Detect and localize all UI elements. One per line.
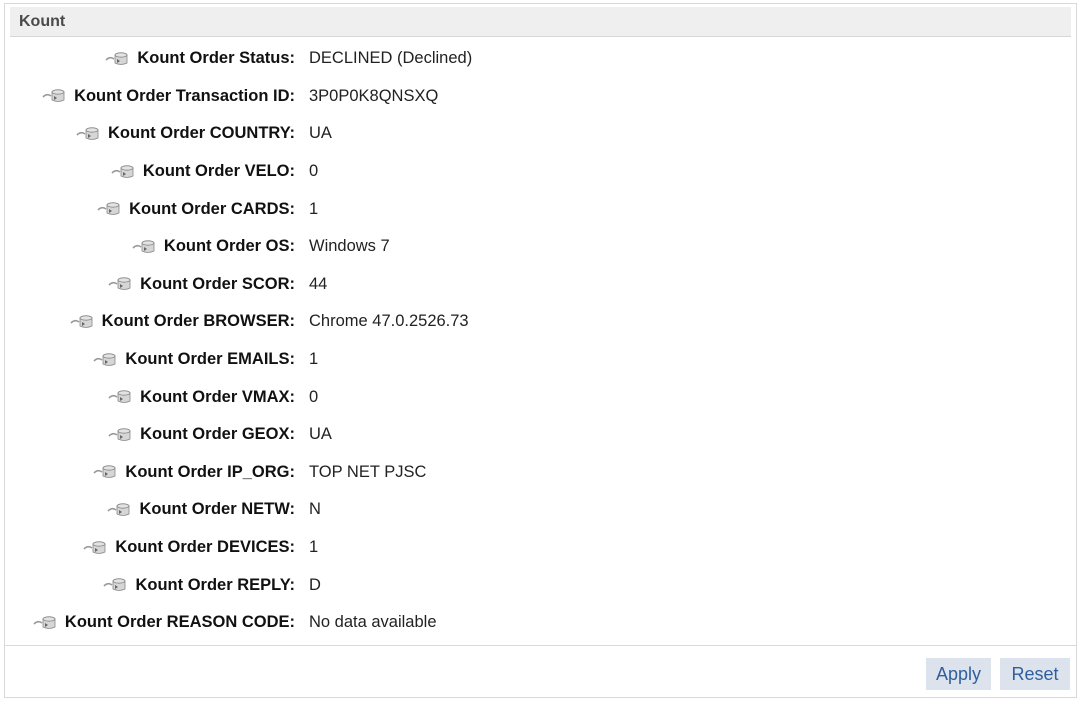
database-link-icon xyxy=(97,201,121,217)
database-link-icon xyxy=(93,352,117,368)
database-link-icon xyxy=(93,464,117,480)
reset-button[interactable]: Reset xyxy=(1000,658,1070,690)
field-row: Kount Order CARDS: 1 xyxy=(5,190,1076,228)
field-label-cell: Kount Order SCOR: xyxy=(5,275,295,294)
field-label-cell: Kount Order IP_ORG: xyxy=(5,463,295,482)
field-label-cell: Kount Order VMAX: xyxy=(5,388,295,407)
field-row: Kount Order SCOR: 44 xyxy=(5,266,1076,304)
field-list: Kount Order Status: DECLINED (Declined) Ko… xyxy=(5,40,1076,642)
database-link-icon xyxy=(76,126,100,142)
field-label: Kount Order OS: xyxy=(163,237,295,256)
database-link-icon xyxy=(70,314,94,330)
field-row: Kount Order DEVICES: 1 xyxy=(5,529,1076,567)
database-link-icon xyxy=(105,51,129,67)
field-label-cell: Kount Order GEOX: xyxy=(5,425,295,444)
field-label-cell: Kount Order BROWSER: xyxy=(5,312,295,331)
field-value: 0 xyxy=(309,162,319,181)
field-value: UA xyxy=(309,425,332,444)
field-row: Kount Order NETW: N xyxy=(5,491,1076,529)
field-row: Kount Order VMAX: 0 xyxy=(5,378,1076,416)
field-row: Kount Order BROWSER: Chrome 47.0.2526.73 xyxy=(5,303,1076,341)
field-label: Kount Order COUNTRY: xyxy=(108,124,295,143)
field-label-cell: Kount Order OS: xyxy=(5,237,295,256)
field-label-cell: Kount Order REPLY: xyxy=(5,576,295,595)
field-value: 0 xyxy=(309,387,319,406)
field-row: Kount Order Status: DECLINED (Declined) xyxy=(5,40,1076,78)
field-row: Kount Order OS: Windows 7 xyxy=(5,228,1076,266)
field-label-cell: Kount Order NETW: xyxy=(5,500,295,519)
field-value: No data available xyxy=(309,613,437,632)
panel-title: Kount xyxy=(19,13,66,30)
field-label: Kount Order NETW: xyxy=(139,500,295,519)
panel-header: Kount xyxy=(10,7,1071,37)
kount-panel: Kount Kount Order Status: DECLINED (Decli… xyxy=(4,3,1077,698)
field-label: Kount Order VELO: xyxy=(142,162,295,181)
field-label: Kount Order Status: xyxy=(137,49,295,68)
field-label-cell: Kount Order Status: xyxy=(5,49,295,68)
field-row: Kount Order REASON CODE: No data availabl… xyxy=(5,604,1076,642)
database-link-icon xyxy=(108,427,132,443)
field-value: Windows 7 xyxy=(309,237,390,256)
field-value: D xyxy=(309,575,321,594)
database-link-icon xyxy=(111,164,135,180)
field-row: Kount Order Transaction ID: 3P0P0K8QNSXQ xyxy=(5,78,1076,116)
database-link-icon xyxy=(103,577,127,593)
field-label: Kount Order REPLY: xyxy=(135,575,295,594)
database-link-icon xyxy=(42,88,66,104)
field-label: Kount Order IP_ORG: xyxy=(125,462,295,481)
field-row: Kount Order IP_ORG: TOP NET PJSC xyxy=(5,454,1076,492)
field-label-cell: Kount Order CARDS: xyxy=(5,200,295,219)
field-value: DECLINED (Declined) xyxy=(309,49,473,68)
field-row: Kount Order EMAILS: 1 xyxy=(5,341,1076,379)
field-label-cell: Kount Order DEVICES: xyxy=(5,538,295,557)
field-label: Kount Order GEOX: xyxy=(140,425,295,444)
field-label: Kount Order BROWSER: xyxy=(101,312,295,331)
database-link-icon xyxy=(132,239,156,255)
field-label-cell: Kount Order REASON CODE: xyxy=(5,613,295,632)
field-label-cell: Kount Order Transaction ID: xyxy=(5,87,295,106)
field-label-cell: Kount Order COUNTRY: xyxy=(5,124,295,143)
database-link-icon xyxy=(107,502,131,518)
field-value: Chrome 47.0.2526.73 xyxy=(309,312,469,331)
field-row: Kount Order VELO: 0 xyxy=(5,153,1076,191)
field-label: Kount Order Transaction ID: xyxy=(74,86,295,105)
field-label: Kount Order EMAILS: xyxy=(125,350,295,369)
field-label: Kount Order SCOR: xyxy=(140,274,295,293)
database-link-icon xyxy=(33,615,57,631)
field-label-cell: Kount Order EMAILS: xyxy=(5,350,295,369)
panel-footer: Apply Reset xyxy=(5,645,1076,697)
field-value: 1 xyxy=(309,199,319,218)
field-value: N xyxy=(309,500,321,519)
apply-button[interactable]: Apply xyxy=(926,658,991,690)
field-label: Kount Order DEVICES: xyxy=(115,538,295,557)
field-value: 44 xyxy=(309,274,328,293)
database-link-icon xyxy=(108,276,132,292)
database-link-icon xyxy=(108,389,132,405)
field-label: Kount Order REASON CODE: xyxy=(64,613,295,632)
field-value: TOP NET PJSC xyxy=(309,462,427,481)
field-row: Kount Order REPLY: D xyxy=(5,566,1076,604)
field-value: 3P0P0K8QNSXQ xyxy=(309,86,439,105)
field-label-cell: Kount Order VELO: xyxy=(5,162,295,181)
field-label: Kount Order CARDS: xyxy=(129,199,295,218)
database-link-icon xyxy=(83,540,107,556)
field-row: Kount Order COUNTRY: UA xyxy=(5,115,1076,153)
field-value: UA xyxy=(309,124,332,143)
field-value: 1 xyxy=(309,538,319,557)
field-value: 1 xyxy=(309,350,319,369)
field-label: Kount Order VMAX: xyxy=(140,387,295,406)
field-row: Kount Order GEOX: UA xyxy=(5,416,1076,454)
